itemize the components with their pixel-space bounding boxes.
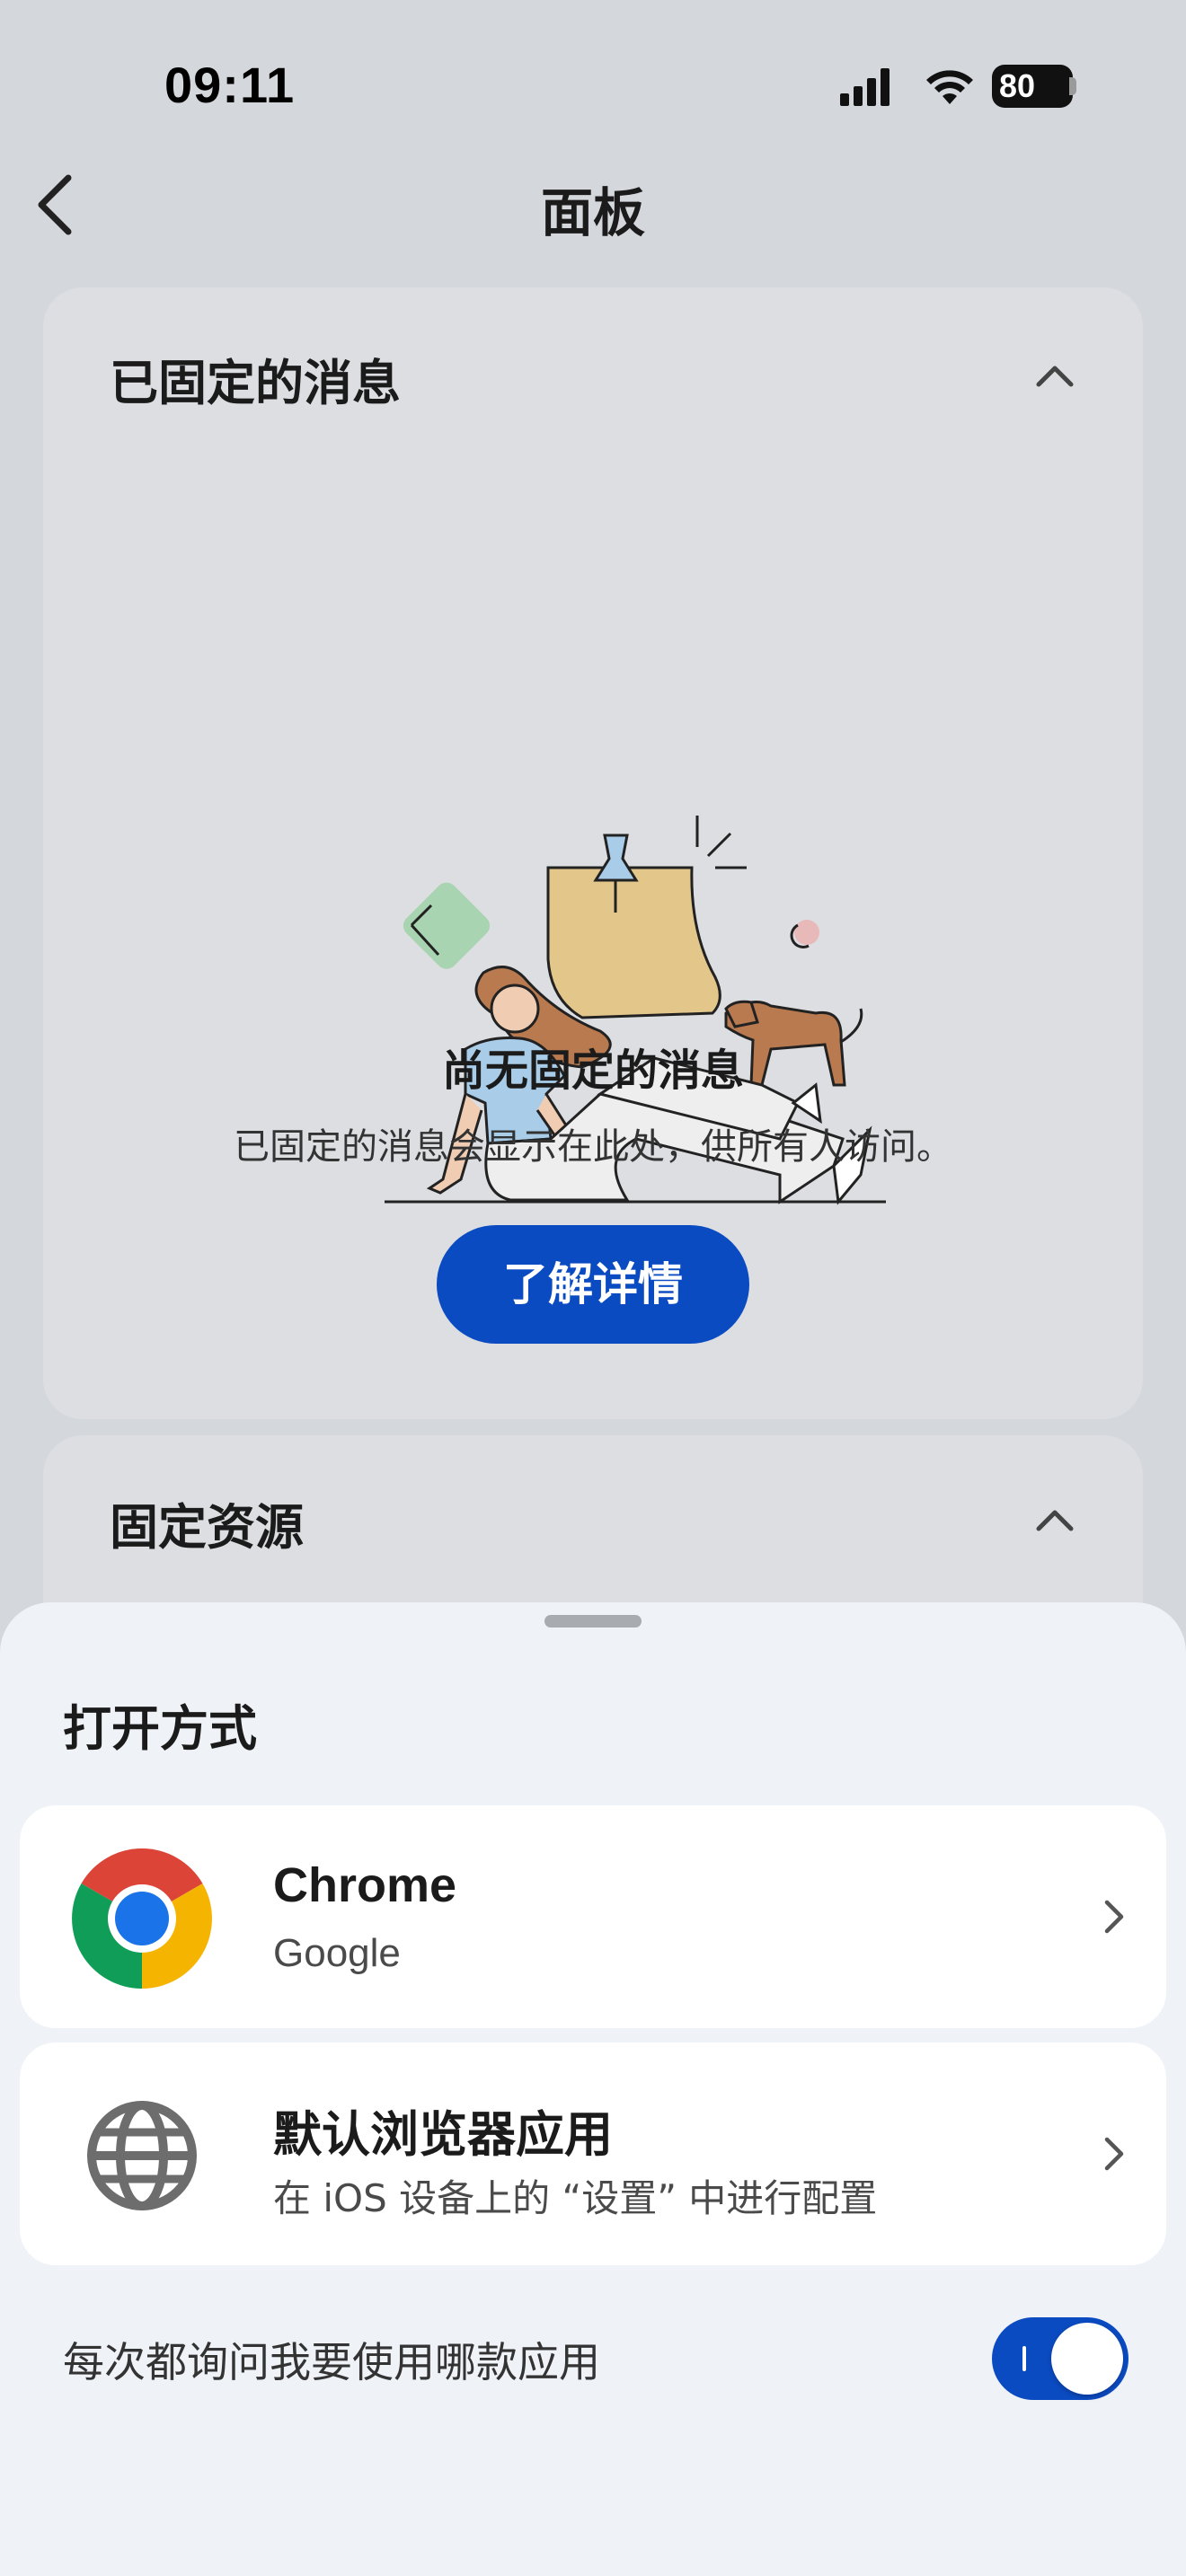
empty-state-description: 已固定的消息会显示在此处，供所有人访问。 bbox=[234, 1126, 952, 1168]
toggle-knob bbox=[1051, 2323, 1123, 2395]
battery-level: 80 bbox=[999, 67, 1036, 104]
chevron-right-icon bbox=[1104, 1900, 1124, 1934]
page-title: 面板 bbox=[540, 182, 645, 243]
sheet-title: 打开方式 bbox=[63, 1700, 257, 1757]
status-bar: 09:11 80 bbox=[0, 0, 1186, 171]
option-name: 默认浏览器应用 bbox=[273, 2106, 613, 2163]
option-subtitle: Google bbox=[273, 1931, 401, 1975]
wifi-icon bbox=[926, 70, 973, 104]
status-time: 09:11 bbox=[164, 57, 296, 113]
pinned-resources-title: 固定资源 bbox=[110, 1499, 304, 1556]
chevron-up-icon bbox=[1036, 366, 1074, 387]
chrome-icon bbox=[72, 1848, 212, 1989]
globe-icon bbox=[87, 2101, 197, 2210]
chevron-up-icon bbox=[1036, 1510, 1074, 1531]
cellular-signal-icon bbox=[840, 68, 890, 106]
pinned-messages-panel: 已固定的消息 尚无固定的消息 已固定的消息会显示在此处，供所有人访问。 了解详情 bbox=[43, 287, 1143, 1419]
ask-every-time-label: 每次都询问我要使用哪款应用 bbox=[63, 2338, 600, 2386]
option-subtitle: 在 iOS 设备上的 “设置” 中进行配置 bbox=[273, 2176, 878, 2220]
collapse-pinned-messages-button[interactable] bbox=[1030, 357, 1080, 393]
pinned-messages-title: 已固定的消息 bbox=[110, 355, 401, 411]
battery-icon: 80 bbox=[992, 65, 1073, 108]
collapse-pinned-resources-button[interactable] bbox=[1030, 1502, 1080, 1538]
open-with-sheet: 打开方式 Chrome Google 默认浏览器应用 在 iOS 设备上的 “设… bbox=[0, 1602, 1186, 2576]
signal-wifi-icons bbox=[840, 68, 973, 106]
empty-state-title: 尚无固定的消息 bbox=[441, 1045, 744, 1096]
open-with-chrome-option[interactable]: Chrome Google bbox=[20, 1805, 1166, 2028]
ask-every-time-toggle[interactable] bbox=[992, 2317, 1128, 2400]
learn-more-button[interactable]: 了解详情 bbox=[437, 1225, 749, 1344]
toggle-on-mark bbox=[1022, 2346, 1026, 2371]
chevron-right-icon bbox=[1104, 2137, 1124, 2171]
open-with-default-browser-option[interactable]: 默认浏览器应用 在 iOS 设备上的 “设置” 中进行配置 bbox=[20, 2042, 1166, 2265]
sheet-grabber[interactable] bbox=[544, 1615, 642, 1628]
battery-cap bbox=[1069, 77, 1076, 95]
option-name: Chrome bbox=[273, 1858, 457, 1912]
